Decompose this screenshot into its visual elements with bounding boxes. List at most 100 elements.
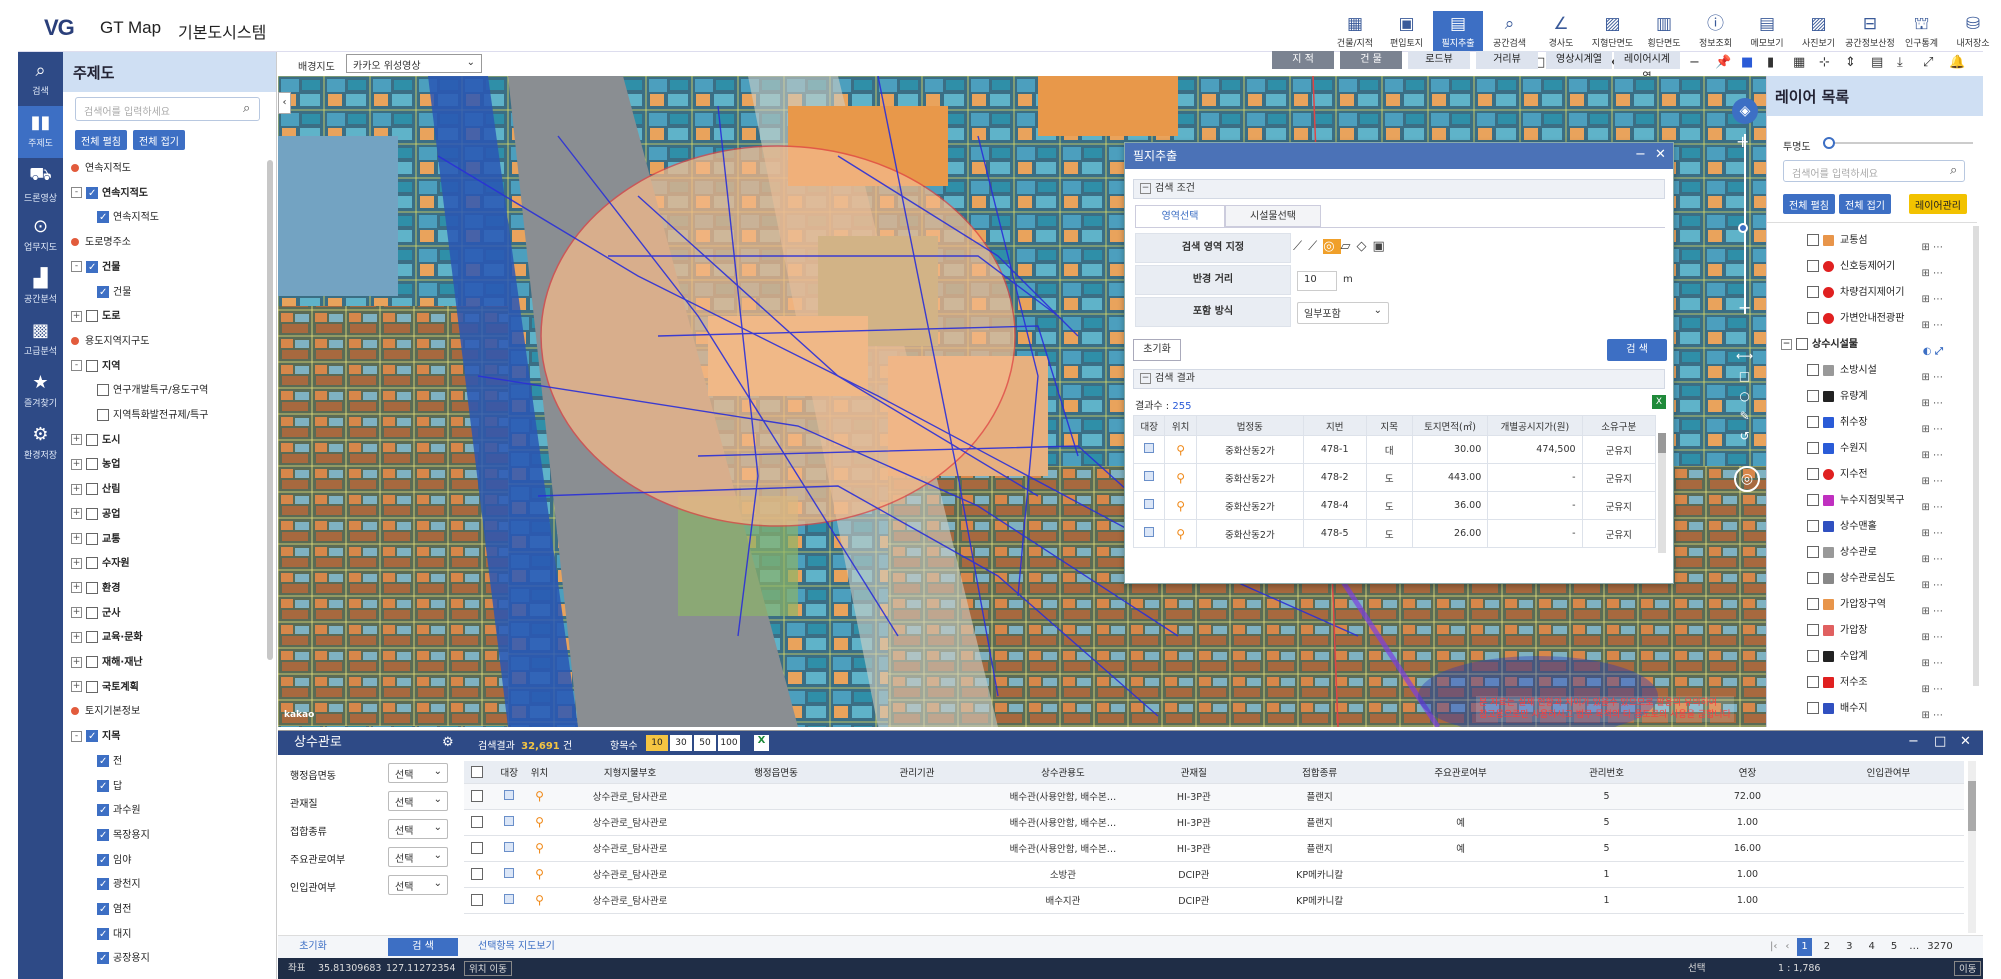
filter-select[interactable]: 선택 ⌄ [388, 875, 448, 895]
theme-tree-row[interactable]: 공장용지 [97, 948, 273, 970]
opacity-slider-handle[interactable] [1823, 137, 1835, 149]
rail-item-3[interactable]: ⊙ 업무지도 [18, 210, 63, 262]
search-icon[interactable]: ⌕ [1950, 163, 1957, 178]
layer-checkbox[interactable] [86, 458, 98, 471]
page-size-option[interactable]: 10 [646, 735, 668, 751]
layers-toggle-icon[interactable]: ◈ [1732, 98, 1758, 124]
layer-checkbox[interactable] [86, 581, 98, 594]
page-number[interactable]: 2 [1820, 938, 1834, 956]
zoom-slider-handle[interactable] [1738, 223, 1748, 233]
rail-item-6[interactable]: ★ 즐겨찾기 [18, 366, 63, 418]
zoom-out-button[interactable]: − [1738, 298, 1751, 317]
layer-row[interactable]: 상수관로심도 ⊞ ⋯ [1767, 566, 1967, 592]
map-tab-4[interactable]: 영상시계열 [1546, 51, 1612, 69]
first-page-icon[interactable]: |‹ [1770, 941, 1777, 952]
minimize-icon[interactable]: − [1908, 734, 1919, 749]
move-location-button[interactable]: 위치 이동 [464, 961, 512, 976]
map-tab-0[interactable]: 지 적 [1272, 51, 1334, 69]
layer-checkbox[interactable] [86, 726, 98, 748]
excel-export-icon[interactable]: X [754, 735, 769, 751]
table-row[interactable]: ⚲ 중화산동2가 478-2 도 443.00- 군유지 [1133, 463, 1656, 492]
layer-checkbox[interactable] [1807, 494, 1819, 506]
layer-checkbox[interactable] [86, 433, 98, 446]
theme-tree-row[interactable]: + 산림 [71, 479, 271, 501]
layer-checkbox[interactable] [1807, 260, 1819, 272]
page-number[interactable]: 4 [1865, 938, 1879, 956]
collapse-left-panel-button[interactable]: ‹ [278, 92, 291, 114]
expand-toggle-icon[interactable]: + [71, 458, 82, 470]
theme-tree-row[interactable]: 건물 [97, 282, 273, 304]
expand-toggle-icon[interactable]: - [71, 261, 82, 273]
map-tab-3[interactable]: 거리뷰 [1476, 51, 1538, 69]
theme-tree-row[interactable]: 도로명주소 [71, 232, 271, 254]
theme-tree-row[interactable]: 과수원 [97, 800, 273, 822]
layer-checkbox[interactable] [86, 257, 98, 279]
toolbar-tool-8[interactable]: ▤ 메모보기 [1742, 11, 1792, 51]
expand-toggle-icon[interactable]: + [71, 310, 82, 322]
rail-item-1[interactable]: ▮▮ 주제도 [18, 106, 63, 158]
layer-row[interactable]: 수압계 ⊞ ⋯ [1767, 644, 1967, 670]
search-condition-section[interactable]: − 검색 조건 [1133, 179, 1665, 199]
table-row[interactable]: ⚲ 중화산동2가 478-5 도 26.00- 군유지 [1133, 519, 1656, 548]
row-checkbox[interactable] [464, 783, 495, 810]
row-checkbox[interactable] [464, 861, 495, 888]
rail-item-4[interactable]: ▟ 공간분석 [18, 262, 63, 314]
layer-checkbox[interactable] [86, 631, 98, 644]
gear-icon[interactable]: ⚙ [442, 735, 454, 750]
result-col-header[interactable]: 개별공시지가(원) [1487, 415, 1583, 436]
theme-tree-row[interactable]: 대지 [97, 924, 273, 946]
layer-row[interactable]: 가압장 ⊞ ⋯ [1767, 618, 1967, 644]
layer-checkbox[interactable] [1807, 416, 1819, 428]
layer-options-icon[interactable]: ⊞ ⋯ [1921, 703, 1943, 724]
show-selected-on-map-button[interactable]: 선택항목 지도보기 [478, 938, 598, 956]
toggle-switch-icon[interactable]: ◐ ⤢ [1923, 339, 1943, 365]
expand-toggle-icon[interactable]: + [71, 681, 82, 693]
ledger-icon[interactable] [1133, 463, 1166, 492]
layer-checkbox[interactable] [86, 606, 98, 619]
layer-checkbox[interactable] [97, 850, 109, 872]
theme-search-input[interactable]: 검색어를 입력하세요 [75, 97, 260, 121]
filter-select[interactable]: 선택 ⌄ [388, 819, 448, 839]
map-tool-icon-16[interactable]: 🔔 [1949, 55, 1965, 70]
result-col-header[interactable]: 대장 [1133, 415, 1166, 436]
theme-tree-row[interactable]: 연구개발특구/용도구역 [97, 380, 273, 402]
theme-tree-row[interactable]: - 연속지적도 [71, 183, 271, 205]
toolbar-tool-9[interactable]: ▨ 사진보기 [1794, 11, 1844, 51]
map-tool-icon-12[interactable]: ⇕ [1845, 55, 1856, 70]
row-checkbox[interactable] [464, 887, 495, 914]
dialog-search-button[interactable]: 검 색 [1607, 339, 1667, 361]
layer-checkbox[interactable] [1807, 676, 1819, 688]
location-pin-icon[interactable]: ⚲ [524, 861, 555, 888]
layer-checkbox[interactable] [1807, 598, 1819, 610]
ledger-icon[interactable] [494, 809, 525, 836]
layer-row[interactable]: 누수지점및복구 ⊞ ⋯ [1767, 488, 1967, 514]
grid-search-button[interactable]: 검 색 [388, 938, 458, 956]
layer-checkbox[interactable] [86, 183, 98, 205]
theme-collapse-all-button[interactable]: 전체 접기 [133, 130, 185, 150]
theme-tree-row[interactable]: + 재해·재난 [71, 652, 271, 674]
map-tool-icon-9[interactable]: ▮ [1767, 55, 1774, 70]
result-col-header[interactable]: 지목 [1365, 415, 1413, 436]
theme-tree-row[interactable]: 답 [97, 776, 273, 798]
theme-tree-row[interactable]: + 환경 [71, 578, 271, 600]
layer-checkbox[interactable] [97, 825, 109, 847]
theme-tree-row[interactable]: 지역특화발전규제/특구 [97, 405, 273, 427]
layer-checkbox[interactable] [86, 359, 98, 372]
close-icon[interactable]: ✕ [1960, 734, 1971, 749]
row-checkbox[interactable] [464, 835, 495, 862]
search-icon[interactable]: ⌕ [243, 101, 250, 116]
theme-tree-row[interactable]: - 지목 [71, 726, 271, 748]
theme-tree-row[interactable]: 광천지 [97, 874, 273, 896]
excel-export-icon[interactable]: X [1652, 395, 1666, 409]
layer-row[interactable]: 상수맨홀 ⊞ ⋯ [1767, 514, 1967, 540]
expand-toggle-icon[interactable]: + [71, 631, 82, 643]
expand-toggle-icon[interactable]: + [71, 582, 82, 594]
tab-area-select[interactable]: 영역선택 [1135, 205, 1225, 227]
layer-row[interactable]: 차량검지제어기 ⊞ ⋯ [1767, 280, 1967, 306]
table-row[interactable]: ⚲ 상수관로_탐사관로 배수지관 DCIP관 KP메카니칼 1 1.00 [464, 887, 1964, 914]
rail-item-2[interactable]: ⛟ 드론영상 [18, 158, 63, 210]
layer-checkbox[interactable] [86, 483, 98, 496]
toolbar-tool-0[interactable]: ▦ 건물/지적 [1330, 11, 1380, 51]
theme-tree-row[interactable]: 용도지역지구도 [71, 331, 271, 353]
map-tool-icon-7[interactable]: 📌 [1715, 55, 1731, 70]
